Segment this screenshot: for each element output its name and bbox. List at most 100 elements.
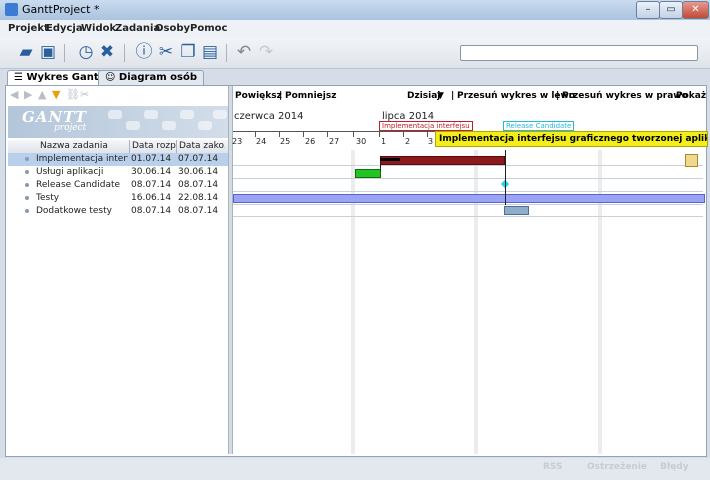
task-name: Testy — [36, 193, 60, 203]
chevron-down-icon[interactable]: ▼ — [437, 91, 444, 101]
separator: | — [279, 91, 283, 101]
warning-link[interactable]: Ostrzeżenie — [587, 462, 647, 472]
close-button[interactable]: ✕ — [682, 1, 709, 19]
dependency-line — [505, 150, 506, 205]
arrow-right-icon[interactable]: ▶ — [24, 88, 36, 101]
menu-osoby[interactable]: Osoby — [155, 23, 190, 34]
day-tick — [327, 131, 328, 137]
column-separator[interactable] — [176, 140, 177, 153]
task-bullet-icon — [25, 183, 29, 187]
gantt-row-line — [233, 191, 703, 192]
dependency-line — [380, 163, 381, 171]
delete-icon[interactable]: ✖ — [97, 42, 117, 62]
logo-hex — [198, 121, 212, 130]
toolbar-separator — [226, 44, 227, 62]
window-title: GanttProject * — [22, 3, 100, 16]
day-tick — [279, 131, 280, 137]
column-header-name[interactable]: Nazwa zadania — [40, 141, 130, 151]
errors-link[interactable]: Błędy — [660, 462, 689, 472]
maximize-button[interactable]: ▭ — [659, 1, 683, 19]
task-end: 08.07.14 — [178, 206, 219, 216]
task-start: 08.07.14 — [131, 206, 172, 216]
minimize-button[interactable]: – — [636, 1, 660, 19]
menu-widok[interactable]: Widok — [81, 23, 116, 34]
search-input[interactable] — [460, 45, 698, 61]
task-start: 08.07.14 — [131, 180, 172, 190]
task-table-header: Nazwa zadania Data rozp... Data zako... — [8, 140, 228, 154]
gantt-tab-icon: ☰ — [14, 72, 27, 83]
logo-hex — [213, 110, 227, 119]
task-bullet-icon — [25, 209, 29, 213]
day-tick — [427, 131, 428, 137]
clock-icon[interactable]: ◷ — [76, 42, 96, 62]
day-label: 24 — [256, 137, 267, 146]
unlink-icon[interactable]: ✂ — [80, 88, 92, 101]
tab-resource-chart[interactable]: ☺ Diagram osób — [98, 70, 204, 86]
column-header-start[interactable]: Data rozp... — [132, 141, 176, 151]
undo-icon[interactable]: ↶ — [234, 42, 254, 62]
toolbar-separator — [124, 44, 125, 62]
people-tab-icon: ☺ — [105, 72, 119, 83]
day-label: 23 — [232, 137, 243, 146]
show-link[interactable]: Pokaż — [676, 91, 706, 101]
task-name: Dodatkowe testy — [36, 206, 112, 216]
arrow-left-icon[interactable]: ◀ — [10, 88, 22, 101]
day-label: 3 — [428, 137, 434, 146]
logo-hex — [126, 121, 140, 130]
task-name: Usługi aplikacji — [36, 167, 104, 177]
copy-icon[interactable]: ❐ — [178, 42, 198, 62]
cut-icon[interactable]: ✂ — [156, 42, 176, 62]
note-icon[interactable] — [685, 154, 698, 167]
title-bar: GanttProject * – ▭ ✕ — [0, 0, 710, 21]
zoom-out-link[interactable]: Pomniejsz — [285, 91, 336, 101]
menu-pomoc[interactable]: Pomoc — [190, 23, 227, 34]
menu-zadania[interactable]: Zadania — [115, 23, 160, 34]
table-row[interactable]: Testy 16.06.14 22.08.14 — [8, 192, 228, 205]
shift-right-link[interactable]: Przesuń wykres w prawo — [562, 91, 688, 101]
task-bar-testy[interactable] — [233, 194, 705, 203]
day-tick — [353, 131, 354, 137]
paste-icon[interactable]: ▤ — [200, 42, 220, 62]
rss-link[interactable]: RSS — [543, 462, 563, 472]
menu-edycja[interactable]: Edycja — [46, 23, 83, 34]
gantt-toolbar: Powiększ | Pomniejsz Dzisiaj ▼ | Przesuń… — [233, 88, 706, 104]
day-tick — [255, 131, 256, 137]
table-row[interactable]: Release Candidate 08.07.14 08.07.14 — [8, 179, 228, 192]
today-dropdown[interactable]: Dzisiaj — [407, 91, 440, 101]
table-row[interactable]: Implementacja interfej... 01.07.14 07.07… — [8, 153, 228, 166]
day-label: 27 — [329, 137, 340, 146]
day-label: 1 — [381, 137, 387, 146]
day-tick — [303, 131, 304, 137]
menu-bar: Projekt Edycja Widok Zadania Osoby Pomoc — [0, 20, 710, 38]
zoom-in-link[interactable]: Powiększ — [235, 91, 282, 101]
column-header-end[interactable]: Data zako... — [179, 141, 225, 151]
menu-projekt[interactable]: Projekt — [8, 23, 49, 34]
task-bar-uslugi[interactable] — [355, 169, 381, 178]
task-start: 16.06.14 — [131, 193, 172, 203]
task-bullet-icon — [25, 170, 29, 174]
save-icon[interactable]: ▣ — [38, 42, 58, 62]
column-separator[interactable] — [129, 140, 130, 153]
task-progress-implementacja — [380, 158, 400, 161]
day-label: 25 — [280, 137, 291, 146]
info-icon[interactable]: ⓘ — [134, 42, 154, 62]
status-bar: RSS Ostrzeżenie Błędy — [0, 458, 710, 480]
link-icon[interactable]: ⛓ — [66, 88, 80, 101]
task-tooltip: Implementacja interfejsu graficznego two… — [435, 131, 708, 147]
day-label: 26 — [305, 137, 316, 146]
gantt-row-line — [233, 165, 703, 166]
month-label: czerwca 2014 — [234, 111, 304, 122]
redo-icon[interactable]: ↷ — [256, 42, 276, 62]
task-end: 30.06.14 — [178, 167, 219, 177]
table-row[interactable]: Dodatkowe testy 08.07.14 08.07.14 — [8, 205, 228, 218]
arrow-down-icon[interactable]: ▼ — [52, 88, 64, 101]
logo-hex — [108, 110, 122, 119]
separator: | — [451, 91, 455, 101]
task-bullet-icon — [25, 157, 29, 161]
separator: | — [556, 91, 560, 101]
open-folder-icon[interactable]: ▰ — [16, 42, 36, 62]
task-bar-dodatkowe-testy[interactable] — [504, 206, 529, 215]
table-row[interactable]: Usługi aplikacji 30.06.14 30.06.14 — [8, 166, 228, 179]
arrow-up-icon[interactable]: ▲ — [38, 88, 50, 101]
logo-hex — [162, 121, 176, 130]
